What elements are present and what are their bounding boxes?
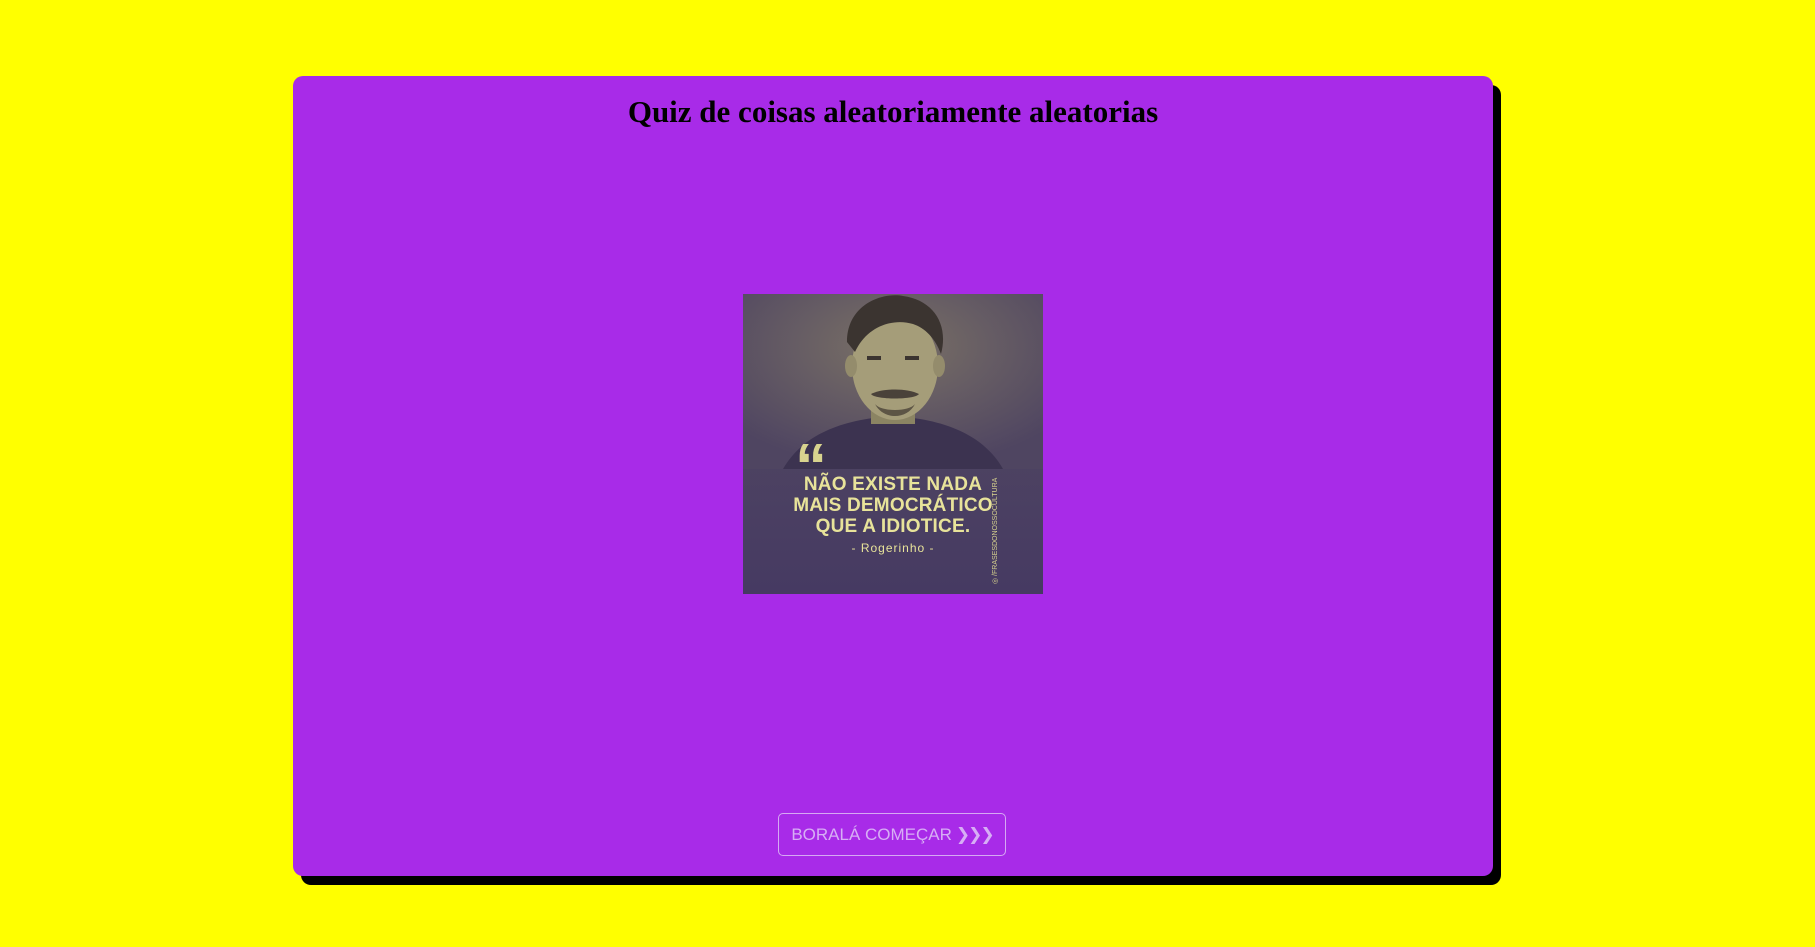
quiz-card: Quiz de coisas aleatoriamente aleatorias [293, 76, 1493, 876]
quote-image: “ NÃO EXISTE NADA MAIS DEMOCRÁTICO QUE A… [743, 294, 1043, 594]
start-button-label: BORALÁ COMEÇAR [791, 825, 952, 844]
social-handle: ◎ /FRASESDONOSSOCULTURA [992, 477, 999, 584]
portrait-photo [743, 294, 1043, 469]
start-quiz-button[interactable]: BORALÁ COMEÇAR ❯❯❯ [778, 813, 1006, 856]
quiz-page: Quiz de coisas aleatoriamente aleatorias [0, 0, 1815, 947]
quiz-title: Quiz de coisas aleatoriamente aleatorias [627, 94, 1159, 129]
triple-chevron-right-icon: ❯❯❯ [955, 825, 995, 844]
